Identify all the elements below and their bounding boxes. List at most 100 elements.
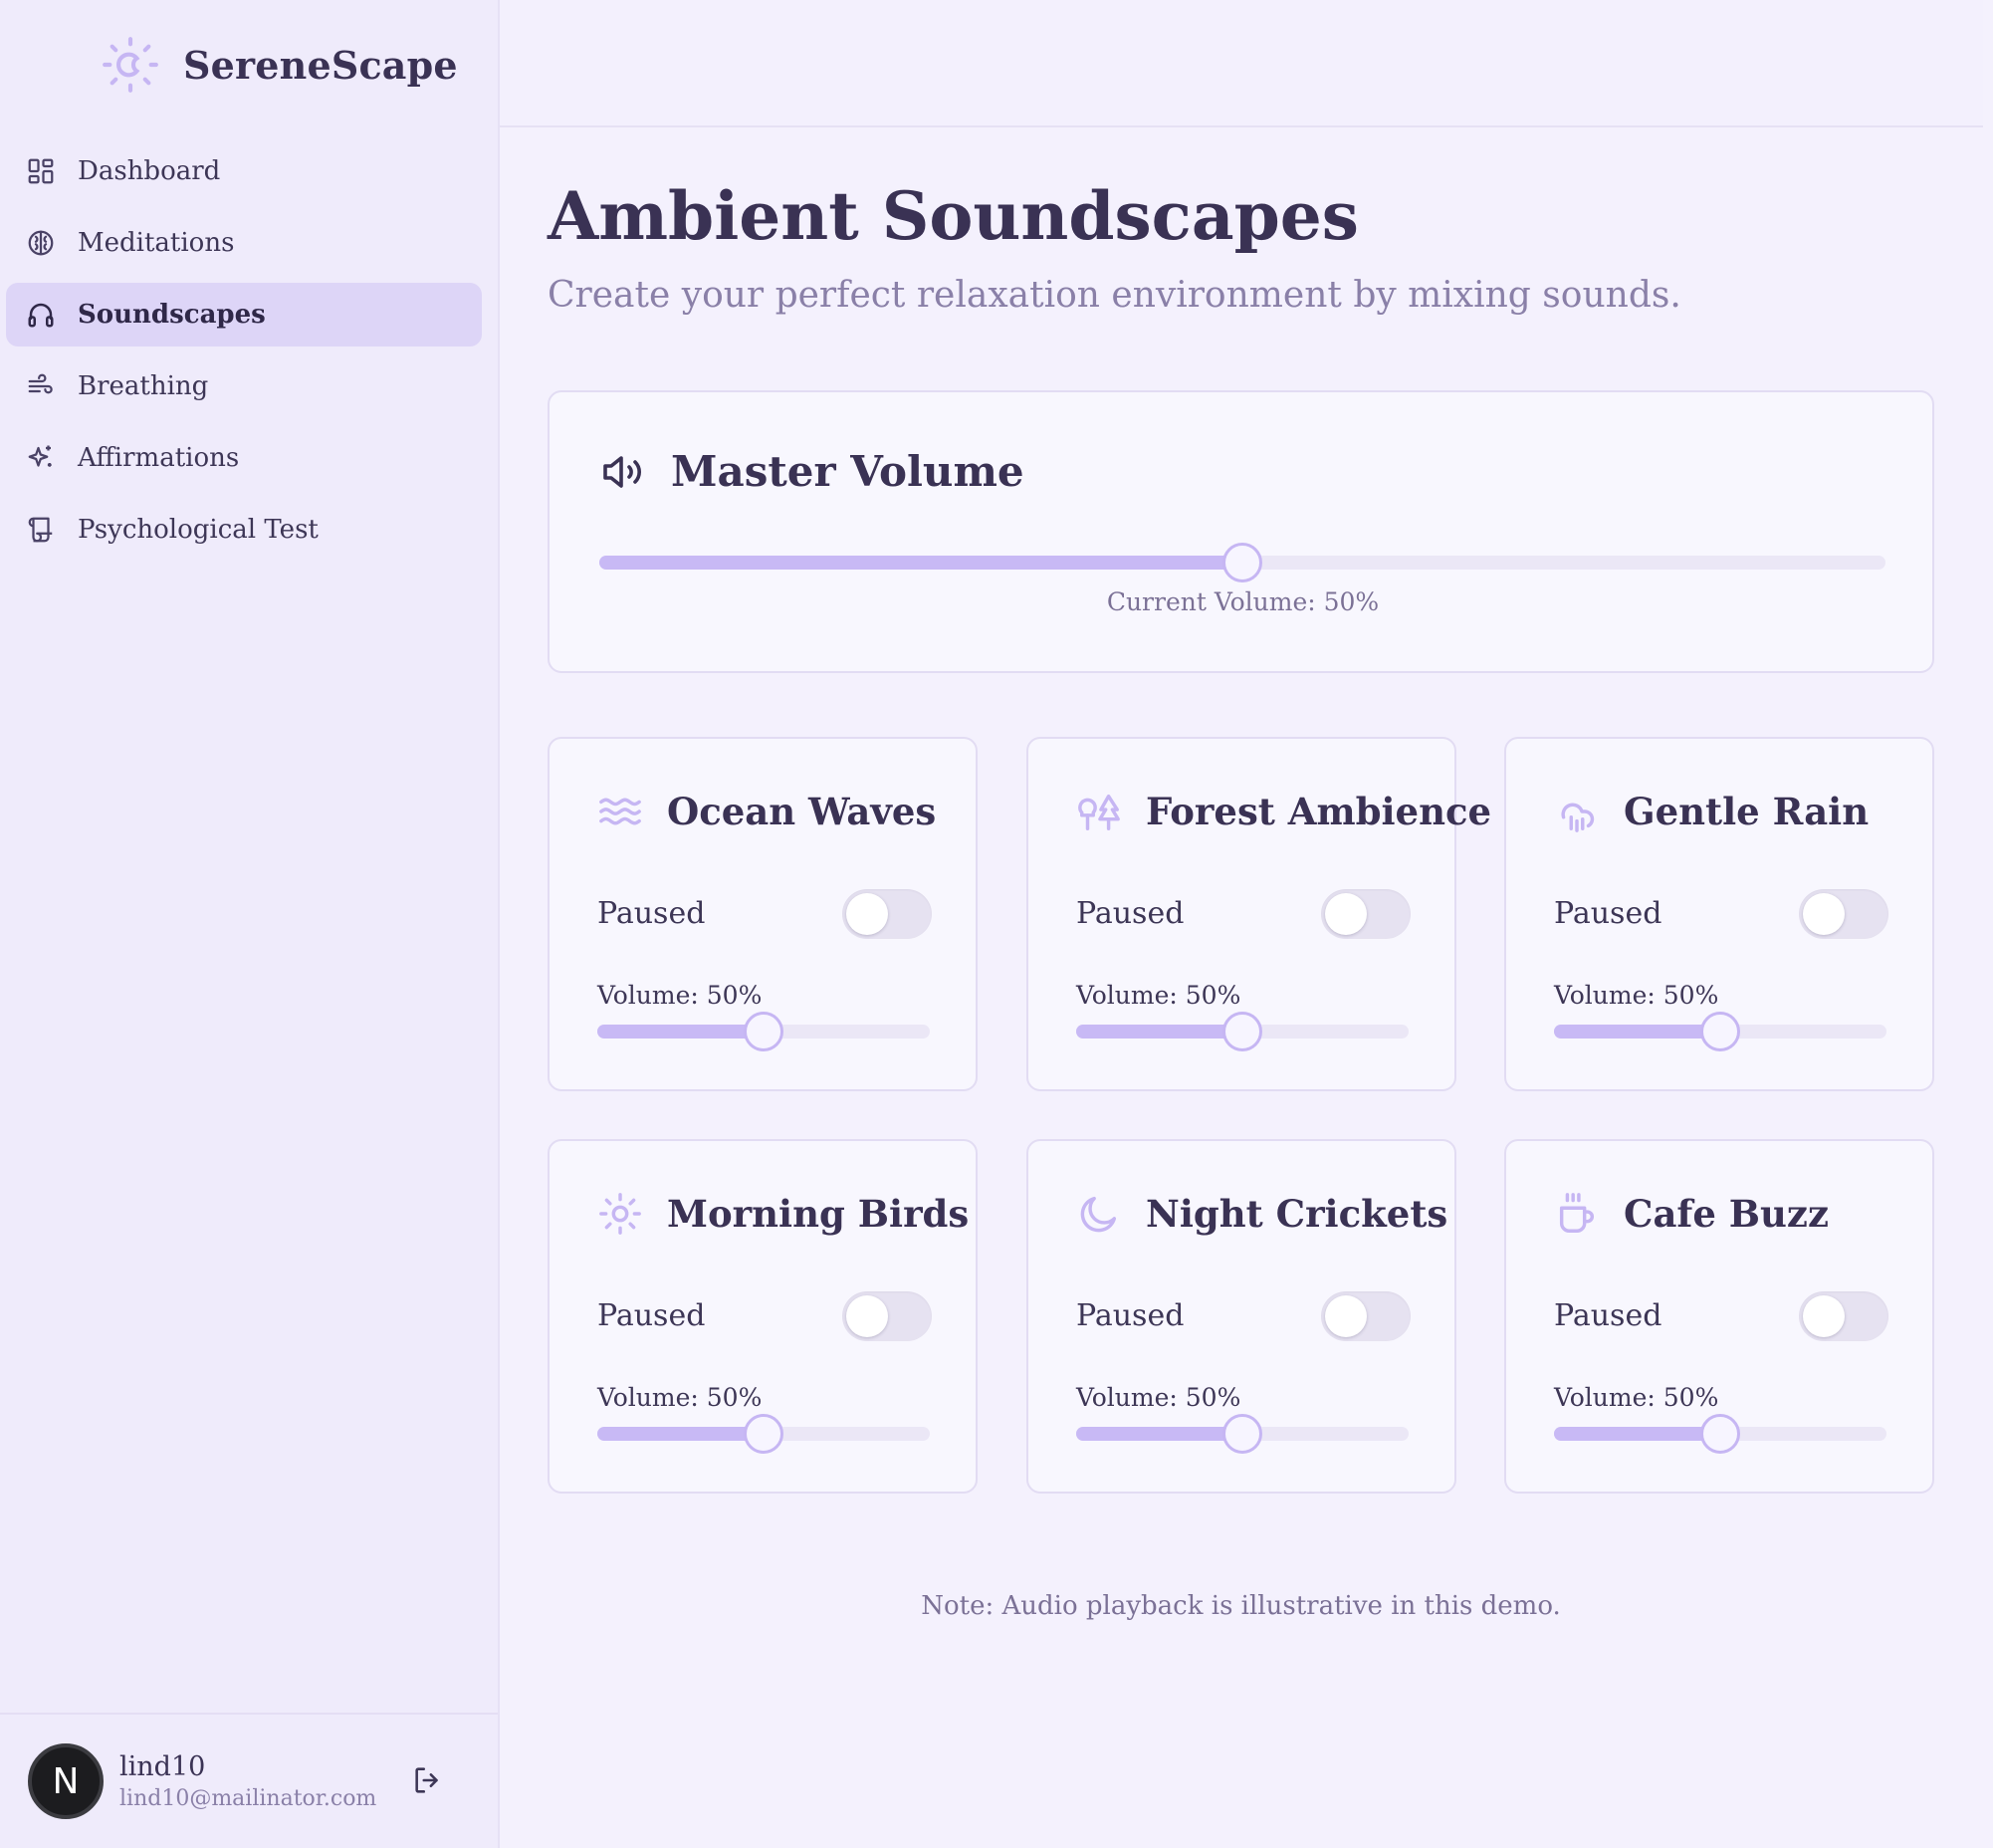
coffee-icon bbox=[1554, 1191, 1600, 1237]
sidebar-item-soundscapes[interactable]: Soundscapes bbox=[6, 283, 482, 346]
play-toggle[interactable] bbox=[842, 889, 932, 939]
volume-slider[interactable] bbox=[597, 1012, 930, 1051]
play-toggle[interactable] bbox=[1799, 1291, 1888, 1341]
user-info: lind10 lind10@mailinator.com bbox=[119, 1751, 376, 1811]
slider-thumb[interactable] bbox=[1222, 543, 1262, 582]
sound-card-gentle-rain: Gentle Rain Paused Volume: 50% bbox=[1504, 737, 1934, 1091]
slider-thumb[interactable] bbox=[744, 1012, 783, 1051]
brand-name: SereneScape bbox=[183, 42, 458, 88]
sound-card-header: Cafe Buzz bbox=[1554, 1191, 1829, 1237]
toggle-knob bbox=[1803, 1295, 1845, 1337]
trees-icon bbox=[1076, 789, 1122, 834]
slider-fill bbox=[1554, 1025, 1720, 1039]
slider-fill bbox=[597, 1427, 764, 1441]
master-volume-slider[interactable] bbox=[599, 543, 1885, 582]
sidebar-item-label: Meditations bbox=[78, 228, 235, 258]
avatar[interactable]: N bbox=[28, 1743, 104, 1819]
slider-thumb[interactable] bbox=[1222, 1012, 1262, 1051]
slider-fill bbox=[599, 556, 1242, 570]
volume-slider[interactable] bbox=[1554, 1012, 1886, 1051]
play-status: Paused bbox=[1076, 1298, 1185, 1333]
toggle-knob bbox=[846, 893, 888, 935]
volume-label: Volume: 50% bbox=[1076, 981, 1241, 1010]
sparkles-icon bbox=[24, 441, 58, 475]
logout-icon[interactable] bbox=[408, 1760, 448, 1800]
sidebar-item-dashboard[interactable]: Dashboard bbox=[6, 139, 482, 203]
sound-card-header: Night Crickets bbox=[1076, 1191, 1447, 1237]
sound-card-cafe-buzz: Cafe Buzz Paused Volume: 50% bbox=[1504, 1139, 1934, 1494]
master-volume-card: Master Volume Current Volume: 50% bbox=[548, 390, 1934, 673]
play-toggle[interactable] bbox=[1321, 1291, 1411, 1341]
slider-thumb[interactable] bbox=[1700, 1012, 1740, 1051]
toggle-knob bbox=[1325, 1295, 1367, 1337]
sidebar-item-breathing[interactable]: Breathing bbox=[6, 354, 482, 418]
master-volume-title: Master Volume bbox=[671, 447, 1024, 496]
volume-slider[interactable] bbox=[1554, 1414, 1886, 1454]
slider-fill bbox=[1076, 1025, 1242, 1039]
volume-icon bbox=[599, 448, 647, 496]
sound-card-forest-ambience: Forest Ambience Paused Volume: 50% bbox=[1026, 737, 1491, 1091]
sound-card-header: Ocean Waves bbox=[597, 789, 936, 834]
sound-title: Night Crickets bbox=[1146, 1192, 1448, 1236]
sidebar-item-label: Affirmations bbox=[78, 443, 240, 473]
sound-card-header: Forest Ambience bbox=[1076, 789, 1491, 834]
volume-label: Volume: 50% bbox=[597, 1383, 763, 1412]
sidebar-item-label: Soundscapes bbox=[78, 300, 266, 330]
volume-label: Volume: 50% bbox=[1554, 1383, 1719, 1412]
user-name: lind10 bbox=[119, 1751, 206, 1782]
sidebar-item-affirmations[interactable]: Affirmations bbox=[6, 426, 482, 490]
page-title: Ambient Soundscapes bbox=[548, 177, 1359, 255]
slider-thumb[interactable] bbox=[1700, 1414, 1740, 1454]
sound-title: Ocean Waves bbox=[667, 790, 937, 833]
sidebar-item-label: Breathing bbox=[78, 371, 209, 401]
sound-title: Gentle Rain bbox=[1624, 790, 1870, 833]
current-volume-label: Current Volume: 50% bbox=[1106, 587, 1380, 616]
slider-fill bbox=[597, 1025, 764, 1039]
scroll-icon bbox=[24, 513, 58, 547]
sound-title: Forest Ambience bbox=[1146, 790, 1492, 833]
play-status: Paused bbox=[1076, 896, 1185, 931]
sun-icon bbox=[597, 1191, 643, 1237]
slider-thumb[interactable] bbox=[744, 1414, 783, 1454]
sidebar-item-psychological-test[interactable]: Psychological Test bbox=[6, 498, 482, 562]
slider-thumb[interactable] bbox=[1222, 1414, 1262, 1454]
sidebar-item-label: Dashboard bbox=[78, 156, 221, 186]
cloud-rain-icon bbox=[1554, 789, 1600, 834]
volume-slider[interactable] bbox=[1076, 1414, 1409, 1454]
sound-title: Cafe Buzz bbox=[1624, 1192, 1829, 1236]
sun-moon-icon bbox=[100, 34, 161, 96]
demo-note: Note: Audio playback is illustrative in … bbox=[921, 1591, 1561, 1621]
headphones-icon bbox=[24, 298, 58, 332]
play-toggle[interactable] bbox=[842, 1291, 932, 1341]
volume-slider[interactable] bbox=[597, 1414, 930, 1454]
sound-title: Morning Birds bbox=[667, 1192, 970, 1236]
sound-card-night-crickets: Night Crickets Paused Volume: 50% bbox=[1026, 1139, 1456, 1494]
wind-icon bbox=[24, 369, 58, 403]
toggle-knob bbox=[846, 1295, 888, 1337]
top-bar bbox=[500, 0, 1983, 127]
volume-slider[interactable] bbox=[1076, 1012, 1409, 1051]
sidebar-item-meditations[interactable]: Meditations bbox=[6, 211, 482, 275]
play-status: Paused bbox=[1554, 896, 1662, 931]
volume-label: Volume: 50% bbox=[1076, 1383, 1241, 1412]
slider-fill bbox=[1554, 1427, 1720, 1441]
toggle-knob bbox=[1803, 893, 1845, 935]
sound-card-header: Gentle Rain bbox=[1554, 789, 1869, 834]
volume-label: Volume: 50% bbox=[1554, 981, 1719, 1010]
brand[interactable]: SereneScape bbox=[100, 30, 458, 100]
sidebar-nav: Dashboard Meditations Soundscapes Breath… bbox=[6, 139, 482, 570]
sidebar-item-label: Psychological Test bbox=[78, 515, 319, 545]
play-status: Paused bbox=[1554, 1298, 1662, 1333]
play-toggle[interactable] bbox=[1321, 889, 1411, 939]
sound-card-header: Morning Birds bbox=[597, 1191, 969, 1237]
user-profile: N lind10 lind10@mailinator.com bbox=[0, 1713, 498, 1848]
user-email: lind10@mailinator.com bbox=[119, 1786, 377, 1811]
waves-icon bbox=[597, 789, 643, 834]
dashboard-icon bbox=[24, 154, 58, 188]
play-status: Paused bbox=[597, 1298, 706, 1333]
brain-icon bbox=[24, 226, 58, 260]
master-volume-header: Master Volume bbox=[599, 447, 1024, 496]
play-toggle[interactable] bbox=[1799, 889, 1888, 939]
play-status: Paused bbox=[597, 896, 706, 931]
page-subtitle: Create your perfect relaxation environme… bbox=[548, 275, 1681, 316]
